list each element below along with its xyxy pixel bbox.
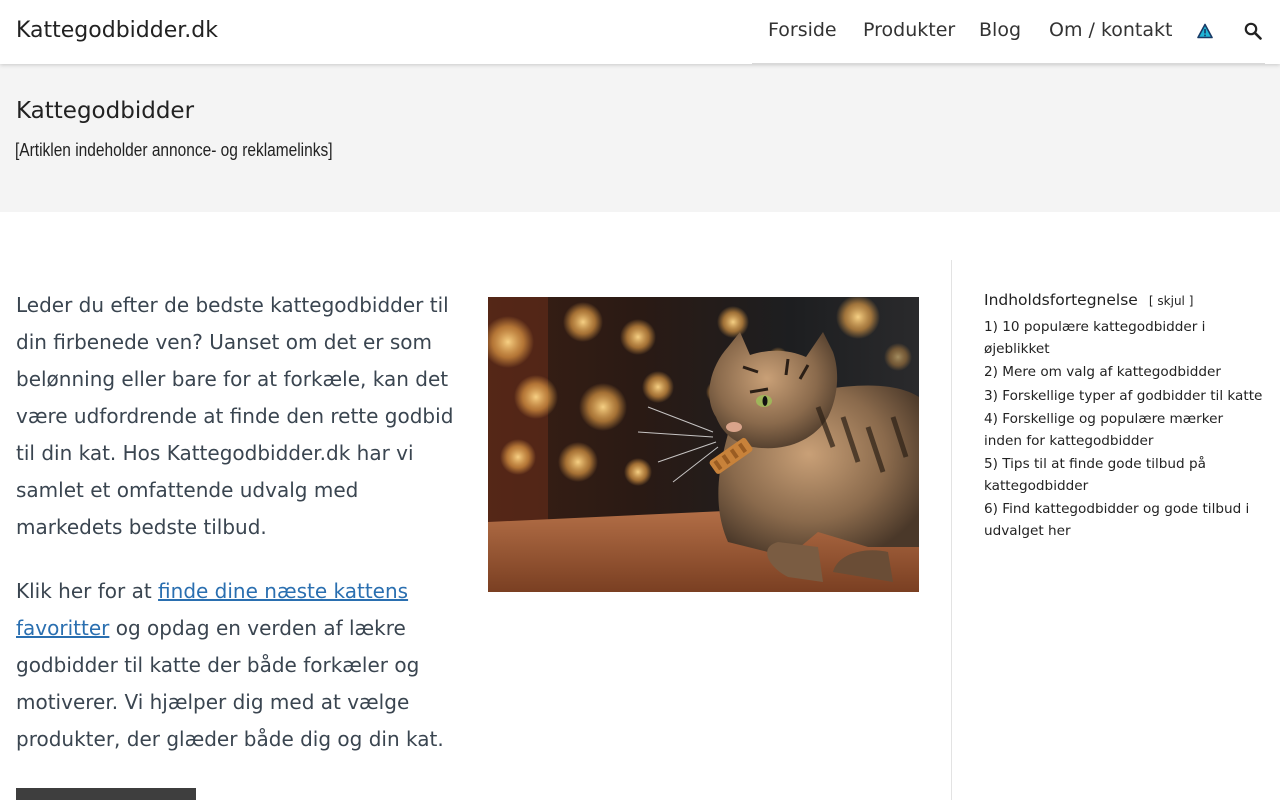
toc-list: 1) 10 populære kattegodbidder i øjeblikk…: [984, 317, 1264, 542]
site-header: Kattegodbidder.dk Forside Produkter Blog…: [0, 0, 1280, 64]
toc-item[interactable]: 1) 10 populære kattegodbidder i øjeblikk…: [984, 317, 1264, 360]
site-logo[interactable]: Kattegodbidder.dk: [16, 18, 218, 43]
nav-item-produkter[interactable]: Produkter: [863, 19, 955, 41]
main-nav: Forside Produkter Blog Om / kontakt: [752, 0, 1265, 64]
intro2-text-before: Klik her for at: [16, 579, 159, 603]
intro-paragraph-2: Klik her for at finde dine næste kattens…: [16, 573, 456, 758]
toc-item[interactable]: 6) Find kattegodbidder og gode tilbud i …: [984, 499, 1264, 542]
cta-button[interactable]: [16, 788, 196, 800]
toc-item[interactable]: 3) Forskellige typer af godbidder til ka…: [984, 386, 1264, 408]
page-hero: Kattegodbidder [Artiklen indeholder anno…: [0, 64, 1280, 212]
toc-header: Indholdsfortegnelse [ skjul ]: [984, 290, 1264, 309]
nav-item-om-kontakt[interactable]: Om / kontakt: [1049, 19, 1172, 41]
cat-treat-image: [488, 297, 919, 592]
toc-toggle[interactable]: [ skjul ]: [1149, 294, 1193, 308]
toc-item[interactable]: 5) Tips til at finde gode tilbud på katt…: [984, 454, 1264, 497]
intro-paragraph: Leder du efter de bedste kattegodbidder …: [16, 293, 454, 539]
sidebar-divider: [951, 260, 952, 800]
toc-item[interactable]: 4) Forskellige og populære mærker inden …: [984, 409, 1264, 452]
toc-heading: Indholdsfortegnelse: [984, 291, 1138, 309]
search-icon[interactable]: [1244, 22, 1262, 40]
toc-item[interactable]: 2) Mere om valg af kattegodbidder: [984, 362, 1264, 384]
table-of-contents: Indholdsfortegnelse [ skjul ] 1) 10 popu…: [984, 290, 1264, 544]
ad-disclaimer: [Artiklen indeholder annonce- og reklame…: [15, 140, 333, 160]
nav-item-blog[interactable]: Blog: [979, 19, 1021, 41]
nav-item-forside[interactable]: Forside: [768, 19, 837, 41]
warning-triangle-icon[interactable]: [1197, 23, 1215, 41]
page-title: Kattegodbidder: [16, 98, 195, 124]
